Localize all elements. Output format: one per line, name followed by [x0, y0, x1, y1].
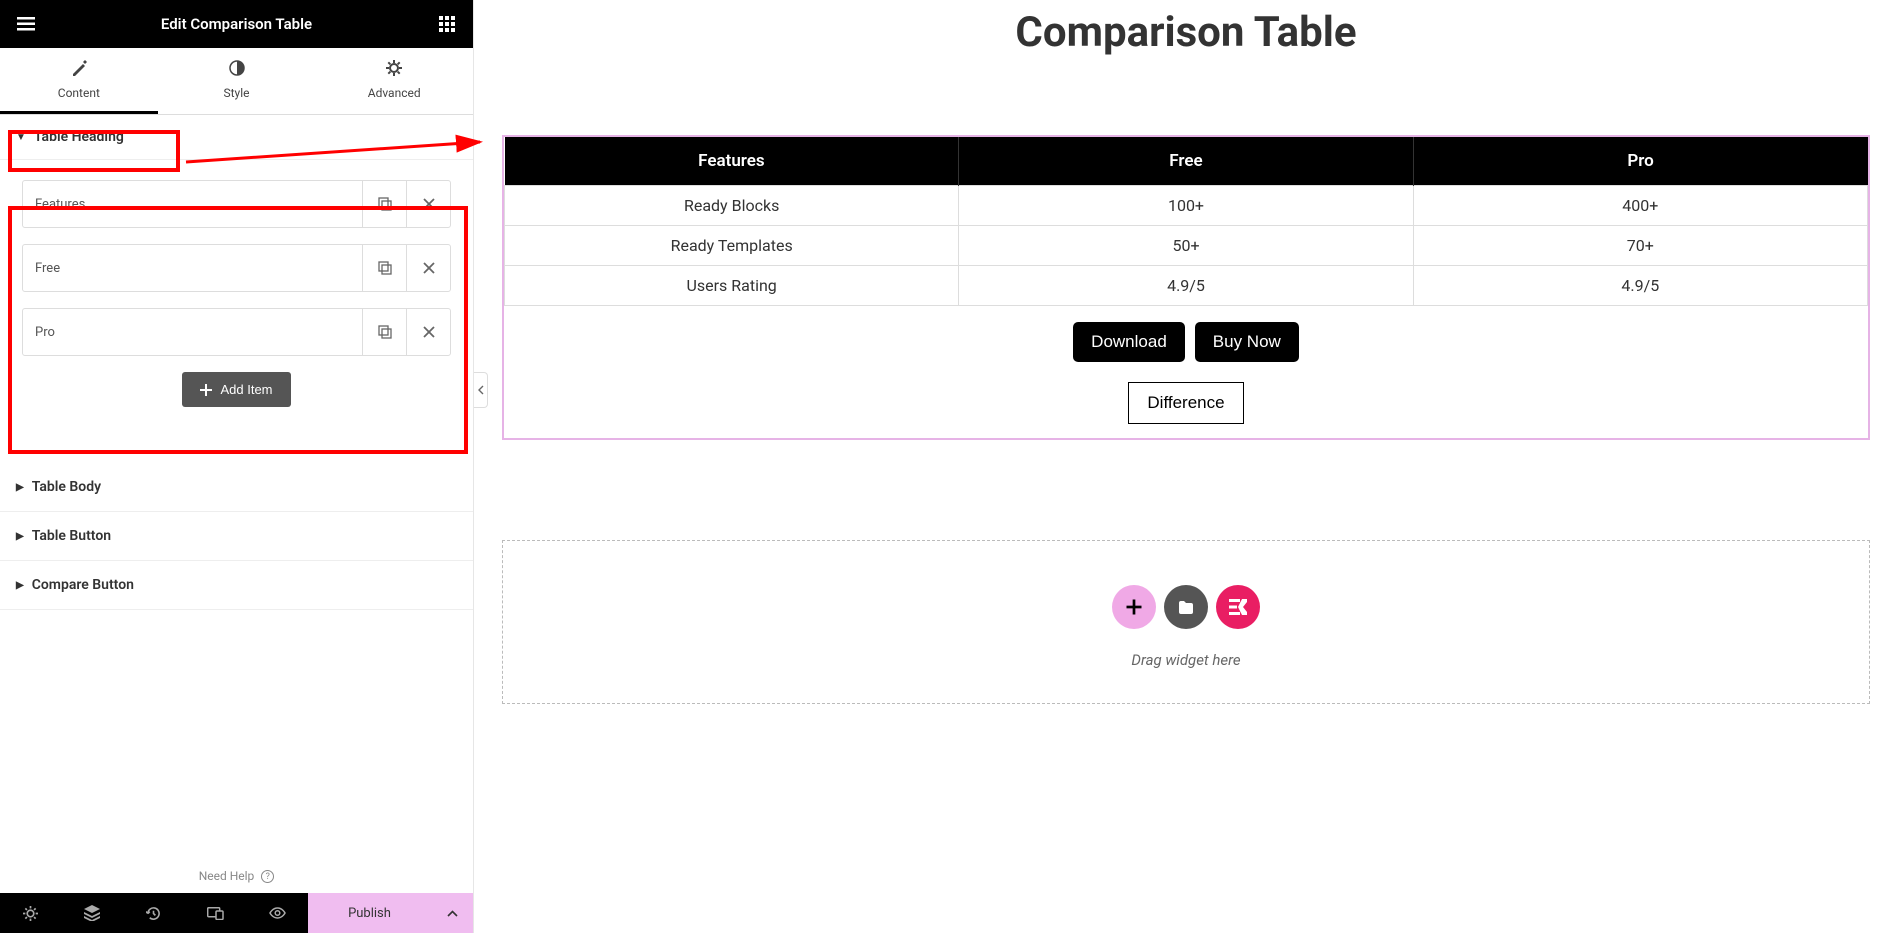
section-table-button-label: Table Button — [32, 528, 111, 544]
heading-item-label: Free — [23, 245, 362, 291]
plus-icon — [200, 384, 212, 396]
widgets-icon[interactable] — [435, 12, 459, 36]
caret-right-icon: ▶ — [16, 482, 24, 493]
section-table-body[interactable]: ▶ Table Body — [0, 463, 473, 512]
preview-area: Comparison Table Features Free Pro Ready… — [474, 0, 1898, 933]
tab-advanced[interactable]: Advanced — [315, 48, 473, 114]
close-icon[interactable] — [406, 309, 450, 355]
publish-label: Publish — [348, 906, 391, 921]
add-item-button[interactable]: Add Item — [182, 372, 290, 407]
navigator-icon[interactable] — [62, 893, 124, 933]
close-icon[interactable] — [406, 181, 450, 227]
difference-button[interactable]: Difference — [1128, 382, 1243, 424]
settings-icon[interactable] — [0, 893, 62, 933]
panel-title: Edit Comparison Table — [38, 15, 435, 33]
heading-items-list: Features Free Pro Add It — [0, 160, 473, 427]
section-compare-button[interactable]: ▶ Compare Button — [0, 561, 473, 610]
drop-zone-label: Drag widget here — [503, 651, 1869, 669]
table-cell: 70+ — [1413, 226, 1867, 266]
table-cell: Users Rating — [505, 266, 959, 306]
sections-body: ▼ Table Heading Features Free Pro — [0, 115, 473, 859]
responsive-icon[interactable] — [185, 893, 247, 933]
table-row: Users Rating 4.9/5 4.9/5 — [505, 266, 1868, 306]
help-icon: ? — [261, 870, 274, 883]
contrast-icon — [229, 60, 245, 76]
heading-item-label: Pro — [23, 309, 362, 355]
editor-panel: Edit Comparison Table Content Style Adva… — [0, 0, 474, 933]
heading-item-row[interactable]: Features — [22, 180, 451, 228]
history-icon[interactable] — [123, 893, 185, 933]
comparison-table-widget[interactable]: Features Free Pro Ready Blocks 100+ 400+… — [502, 135, 1870, 440]
need-help-label: Need Help — [199, 869, 255, 883]
section-table-heading[interactable]: ▼ Table Heading — [0, 115, 473, 160]
heading-item-label: Features — [23, 181, 362, 227]
add-section-icon[interactable] — [1112, 585, 1156, 629]
table-row: Ready Templates 50+ 70+ — [505, 226, 1868, 266]
page-title: Comparison Table — [502, 8, 1870, 57]
heading-item-row[interactable]: Free — [22, 244, 451, 292]
publish-button[interactable]: Publish — [308, 893, 431, 933]
editor-tabs: Content Style Advanced — [0, 48, 473, 115]
table-cell: 100+ — [959, 186, 1413, 226]
caret-down-icon: ▼ — [16, 132, 26, 143]
caret-right-icon: ▶ — [16, 580, 24, 591]
need-help-link[interactable]: Need Help ? — [0, 859, 473, 893]
tab-content[interactable]: Content — [0, 48, 158, 114]
table-cell: 4.9/5 — [959, 266, 1413, 306]
section-table-body-label: Table Body — [32, 479, 101, 495]
tab-style[interactable]: Style — [158, 48, 316, 114]
chevron-up-icon — [447, 910, 458, 917]
table-header: Pro — [1413, 137, 1867, 186]
close-icon[interactable] — [406, 245, 450, 291]
table-row: Ready Blocks 100+ 400+ — [505, 186, 1868, 226]
chevron-left-icon — [478, 385, 484, 395]
panel-collapse-handle[interactable] — [474, 372, 488, 408]
duplicate-icon[interactable] — [362, 245, 406, 291]
heading-item-row[interactable]: Pro — [22, 308, 451, 356]
pencil-icon — [71, 60, 87, 76]
template-library-icon[interactable] — [1164, 585, 1208, 629]
section-table-heading-label: Table Heading — [34, 129, 124, 145]
tab-style-label: Style — [224, 86, 250, 100]
download-button[interactable]: Download — [1073, 322, 1185, 362]
duplicate-icon[interactable] — [362, 181, 406, 227]
publish-options-button[interactable] — [431, 893, 473, 933]
panel-header: Edit Comparison Table — [0, 0, 473, 48]
gear-icon — [386, 60, 402, 76]
table-header: Free — [959, 137, 1413, 186]
section-table-button[interactable]: ▶ Table Button — [0, 512, 473, 561]
panel-footer: Publish — [0, 893, 473, 933]
table-cell: Ready Blocks — [505, 186, 959, 226]
tab-content-label: Content — [58, 86, 100, 100]
menu-icon[interactable] — [14, 12, 38, 36]
comparison-table: Features Free Pro Ready Blocks 100+ 400+… — [504, 137, 1868, 306]
duplicate-icon[interactable] — [362, 309, 406, 355]
tab-advanced-label: Advanced — [368, 86, 421, 100]
table-cell: 50+ — [959, 226, 1413, 266]
preview-icon[interactable] — [246, 893, 308, 933]
table-cell: 400+ — [1413, 186, 1867, 226]
table-cell: Ready Templates — [505, 226, 959, 266]
drop-zone[interactable]: Drag widget here — [502, 540, 1870, 704]
buy-now-button[interactable]: Buy Now — [1195, 322, 1299, 362]
elementskit-icon[interactable] — [1216, 585, 1260, 629]
table-header: Features — [505, 137, 959, 186]
table-cell: 4.9/5 — [1413, 266, 1867, 306]
section-compare-button-label: Compare Button — [32, 577, 134, 593]
add-item-label: Add Item — [220, 382, 272, 397]
caret-right-icon: ▶ — [16, 531, 24, 542]
